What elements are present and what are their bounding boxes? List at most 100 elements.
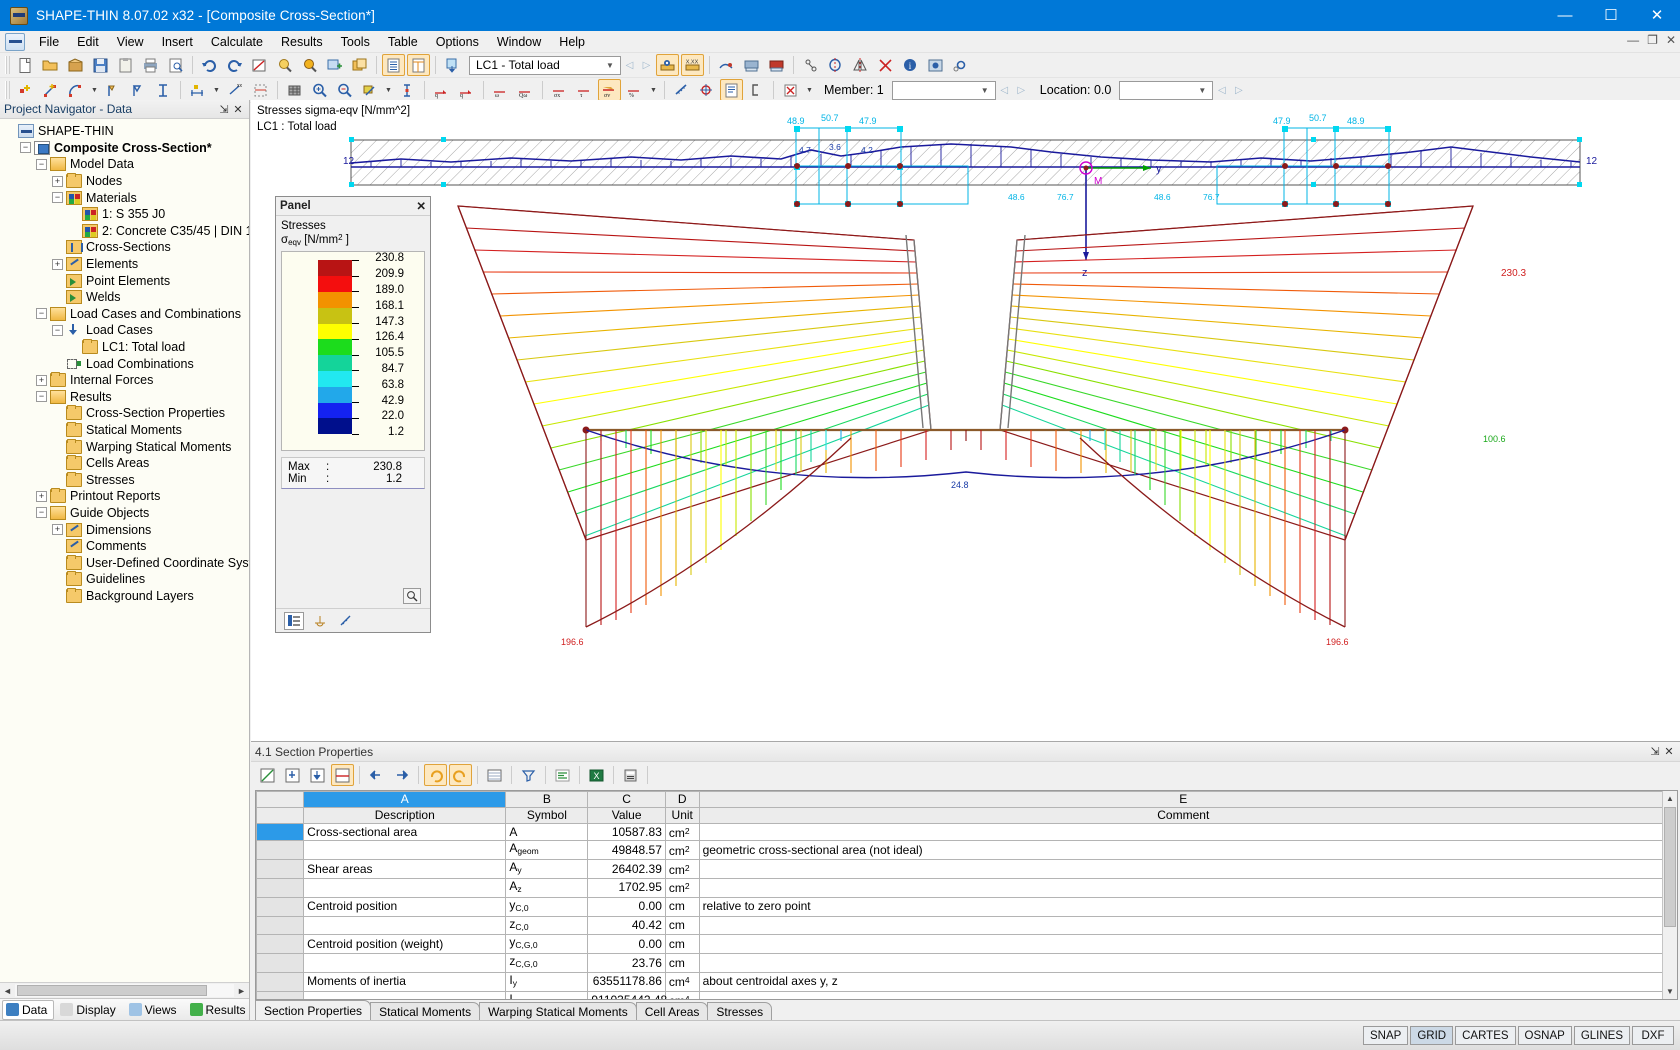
mdi-restore-button[interactable]: ❐ (1647, 33, 1658, 47)
table-row[interactable]: zC,G,0 23.76 cm (256, 953, 1669, 973)
tree-item-point-elements[interactable]: Point Elements (4, 272, 249, 289)
cell-unit[interactable]: cm2 (664, 840, 700, 861)
expand-icon[interactable]: + (52, 524, 63, 536)
menu-tools[interactable]: Tools (332, 32, 379, 52)
qu-stress-icon[interactable]: q (430, 79, 453, 101)
sigma-x-icon[interactable]: σx (548, 79, 571, 101)
sigma-eqv-icon[interactable]: σv (598, 79, 621, 101)
navigator-hscrollbar[interactable]: ◄ ► (0, 982, 249, 998)
chevron-down-icon[interactable]: ▼ (602, 57, 618, 74)
cell-symbol[interactable]: Ageom (505, 840, 589, 861)
expand-icon[interactable]: + (52, 258, 63, 270)
pan-dropdown-icon[interactable]: ▼ (383, 79, 394, 101)
cell-description[interactable] (303, 840, 507, 861)
cell-symbol[interactable]: zC,G,0 (505, 953, 589, 973)
location-next-button[interactable]: ▷ (1230, 81, 1247, 100)
table-row[interactable]: Ageom 49848.57 cm2 geometric cross-sectiona… (256, 840, 1669, 861)
table-row[interactable]: Shear areas Ay 26402.39 cm2 (256, 859, 1669, 879)
row-header-cell[interactable] (256, 840, 305, 861)
menu-window[interactable]: Window (488, 32, 550, 52)
cell-unit[interactable]: cm2 (664, 822, 700, 842)
cell-comment[interactable] (698, 915, 1669, 936)
cell-comment[interactable]: geometric cross-sectional area (not idea… (698, 840, 1669, 861)
cell-unit[interactable]: cm (664, 934, 700, 955)
collapse-icon[interactable]: − (36, 158, 47, 170)
menu-file[interactable]: File (30, 32, 68, 52)
cell-value[interactable]: 40.42 (587, 915, 666, 936)
load-case-next-button[interactable]: ▷ (638, 56, 655, 75)
cell-value[interactable]: 49848.57 (587, 840, 666, 861)
expand-icon[interactable]: + (36, 490, 47, 502)
tree-item-nodes[interactable]: + Nodes (4, 173, 249, 190)
menu-help[interactable]: Help (550, 32, 594, 52)
zoom-all-icon[interactable] (298, 54, 321, 76)
grid-tab-stresses[interactable]: Stresses (707, 1002, 773, 1020)
cell-description[interactable] (303, 990, 507, 999)
scroll-left-icon[interactable]: ◄ (0, 986, 15, 996)
cell-unit[interactable]: cm2 (664, 877, 700, 898)
new-element-icon[interactable] (39, 79, 62, 101)
status-toggle-cartes[interactable]: CARTES (1455, 1026, 1516, 1045)
node-snap-icon[interactable] (799, 54, 822, 76)
corner-header[interactable] (256, 791, 305, 808)
collapse-icon[interactable]: − (52, 324, 63, 336)
deactivate-x-icon[interactable] (779, 79, 802, 101)
member-next-button[interactable]: ▷ (1013, 81, 1030, 100)
cell-description[interactable]: Centroid position (weight) (303, 934, 507, 955)
table-grid-icon[interactable] (407, 54, 430, 76)
tree-item-2-concrete-c35-45-din-1045[interactable]: 2: Concrete C35/45 | DIN 1045-... (4, 223, 249, 240)
row-header-cell[interactable] (256, 896, 305, 917)
cell-symbol[interactable]: A (505, 822, 589, 842)
location-prev-button[interactable]: ◁ (1213, 81, 1230, 100)
vertical-dim-icon[interactable] (396, 79, 419, 101)
settings-gear-icon[interactable] (949, 54, 972, 76)
rotate-icon[interactable] (824, 54, 847, 76)
menu-calculate[interactable]: Calculate (202, 32, 272, 52)
print-icon[interactable] (139, 54, 162, 76)
cell-description[interactable]: Moments of inertia (303, 971, 507, 992)
center-icon[interactable] (695, 79, 718, 101)
status-toggle-snap[interactable]: SNAP (1363, 1026, 1409, 1045)
table-row[interactable]: Centroid position (weight) yC,G,0 0.00 cm (256, 934, 1669, 955)
row-header-cell[interactable] (256, 971, 305, 992)
table-down-icon[interactable] (306, 764, 329, 786)
tree-item-load-combinations[interactable]: Load Combinations (4, 355, 249, 372)
results-table-icon[interactable] (720, 79, 743, 101)
tree-item-model-data[interactable]: − Model Data (4, 156, 249, 173)
new-section-icon[interactable] (152, 79, 175, 101)
expand-icon[interactable]: + (36, 374, 47, 386)
table-close-icon[interactable]: ✕ (1662, 745, 1676, 758)
location-combo[interactable]: ▼ (1119, 80, 1214, 100)
table-format-icon[interactable] (331, 764, 354, 786)
column-header-b[interactable]: B (505, 791, 589, 808)
collapse-icon[interactable]: − (36, 507, 47, 519)
export-excel-icon[interactable]: X (585, 764, 608, 786)
cell-comment[interactable]: about centroidal axes y, z (698, 971, 1669, 992)
cell-unit[interactable]: cm4 (664, 971, 700, 992)
row-header-cell[interactable] (256, 877, 305, 898)
maximize-button[interactable]: ☐ (1588, 0, 1634, 31)
member-prev-button[interactable]: ◁ (996, 81, 1013, 100)
section-edit-icon[interactable] (248, 54, 271, 76)
open-icon[interactable] (39, 54, 62, 76)
collapse-icon[interactable]: − (36, 308, 47, 320)
table-grid-wrapper[interactable]: A B C D E Description Symbol Value Unit (255, 790, 1678, 1000)
cell-value[interactable]: 10587.83 (587, 822, 666, 842)
tree-item-guide-objects[interactable]: − Guide Objects (4, 505, 249, 522)
load-case-prev-button[interactable]: ◁ (621, 56, 638, 75)
cell-symbol[interactable]: Az (505, 877, 589, 898)
deactivate-dropdown-icon[interactable]: ▼ (804, 79, 815, 101)
cell-comment[interactable] (698, 953, 1669, 973)
calculator-icon[interactable] (619, 764, 642, 786)
omega-stress-icon[interactable]: ω (489, 79, 512, 101)
import-icon[interactable] (64, 54, 87, 76)
cell-description[interactable] (303, 877, 507, 898)
tree-item-materials[interactable]: − Materials (4, 189, 249, 206)
new-node-icon[interactable] (14, 79, 37, 101)
cell-symbol[interactable]: Ay (505, 859, 589, 879)
new-point-element-icon[interactable] (102, 79, 125, 101)
cell-symbol[interactable]: Iy (505, 971, 589, 992)
cell-value[interactable]: 911035442.48 (587, 990, 667, 999)
column-header-a[interactable]: A (303, 791, 507, 808)
row-header-cell[interactable] (256, 990, 305, 999)
